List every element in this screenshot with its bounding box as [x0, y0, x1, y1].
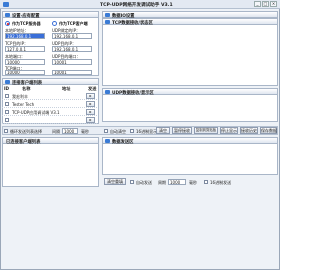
close-button[interactable]: × — [270, 1, 277, 7]
config-header-label: 设置-应有配置 — [12, 14, 40, 20]
udp-icon — [105, 90, 110, 94]
period-input[interactable]: 1000 — [168, 178, 186, 185]
window-title: TCP-UDP网络开发调试助手 V3.1 — [100, 3, 173, 8]
hex-display-checkbox[interactable] — [130, 128, 134, 133]
interval-label: 间隔 — [52, 128, 60, 134]
list-icon — [5, 80, 10, 84]
connected-clients-label: 已连接客户端列表 — [6, 140, 41, 146]
udp-receive-header: UDP数据接收/显示区 — [102, 88, 278, 97]
clear-refill-button[interactable]: 清空重填 — [104, 178, 126, 185]
udp-port-input[interactable]: 10001 — [52, 70, 92, 75]
row-send-button[interactable]: ▸ — [86, 92, 95, 99]
loop-send-label: 循环发送列表选择 — [10, 128, 42, 134]
client-list-header: 连接客户端列表 — [2, 78, 99, 86]
tcp-port-input[interactable]: 10000 — [5, 70, 45, 75]
row-checkbox[interactable] — [5, 118, 9, 122]
stop-receive-button[interactable]: 暂停接收 — [172, 127, 192, 134]
tcp-server-radio[interactable] — [5, 21, 10, 26]
hex-send-label: 16进制发送 — [210, 179, 232, 185]
tcp-client-radio[interactable] — [52, 21, 57, 26]
hex-send-checkbox[interactable] — [204, 179, 208, 184]
tcp-receive-header: TCP数据接收/状态区 — [102, 18, 278, 27]
maximize-button[interactable]: □ — [262, 1, 269, 7]
history-button[interactable]: 接收历史 — [240, 127, 258, 134]
row-checkbox[interactable] — [5, 102, 9, 106]
tcp-client-label: 作为TCP客户端 — [59, 21, 88, 27]
row-checkbox[interactable] — [5, 94, 9, 98]
send-data-label: 数据发送区 — [112, 140, 134, 146]
io-icon — [105, 13, 110, 17]
ms-label: 毫秒 — [81, 128, 89, 134]
client-row[interactable]: ▸ — [2, 116, 97, 124]
settings-icon — [5, 13, 10, 17]
pause-display-button[interactable]: 停止显示 — [220, 127, 238, 134]
auto-clear-checkbox[interactable] — [104, 128, 108, 133]
row-checkbox[interactable] — [5, 110, 9, 114]
client-row[interactable]: TCP-UDP应用调试端 V3.1 ▸ — [2, 108, 97, 116]
connected-clients-header: 已连接客户端列表 — [2, 137, 99, 146]
col-id-header: ID — [4, 86, 10, 91]
tcp-target-ip-input[interactable]: 127.0.0.1 — [5, 46, 45, 52]
auto-clear-label: 自动清空 — [110, 128, 126, 134]
client-row[interactable]: Tester Tech ▸ — [2, 100, 97, 108]
auto-send-label: 自动发送 — [136, 179, 152, 185]
tcp-receive-panel[interactable] — [102, 18, 278, 86]
app-icon — [3, 1, 9, 7]
tcp-receive-label: TCP数据接收/状态区 — [112, 21, 153, 27]
hex-display-label: 16进制显示 — [136, 128, 158, 134]
send-data-header: 数据发送区 — [102, 137, 278, 146]
tcp-icon — [105, 20, 110, 24]
udp-target-ip-input[interactable]: 192.168.0.1 — [52, 46, 92, 52]
client-name: Tester Tech — [12, 102, 35, 107]
clear-button[interactable]: 清空 — [156, 127, 170, 134]
minimize-button[interactable]: _ — [254, 1, 261, 7]
period-ms-label: 毫秒 — [189, 179, 197, 185]
copy-clipboard-button[interactable]: 复制到剪贴板 — [194, 127, 218, 134]
udp-receive-label: UDP数据接收/显示区 — [112, 91, 154, 97]
local-ip-input[interactable]: 192.168.0.1 — [5, 33, 45, 39]
auto-send-checkbox[interactable] — [130, 179, 134, 184]
save-data-button[interactable]: 保存数据 — [260, 127, 277, 134]
row-send-button[interactable]: ▸ — [86, 108, 95, 115]
row-send-button[interactable]: ▸ — [86, 116, 95, 123]
udp-target-port-input[interactable]: 10001 — [52, 59, 92, 65]
io-settings-header: 数据IO设置 — [102, 11, 278, 19]
udp-bind-ip-input[interactable]: 192.168.0.1 — [52, 33, 92, 39]
row-send-button[interactable]: ▸ — [86, 100, 95, 107]
send-icon — [105, 139, 110, 143]
config-header: 设置-应有配置 — [2, 11, 99, 20]
interval-input[interactable]: 1000 — [62, 127, 78, 134]
loop-send-checkbox[interactable] — [4, 128, 8, 133]
local-port-input[interactable]: 10000 — [5, 59, 45, 65]
period-label: 周期 — [158, 179, 166, 185]
client-row[interactable]: 我宏利丰 ▸ — [2, 92, 97, 100]
tcp-server-label: 作为TCP服务器 — [12, 21, 41, 27]
